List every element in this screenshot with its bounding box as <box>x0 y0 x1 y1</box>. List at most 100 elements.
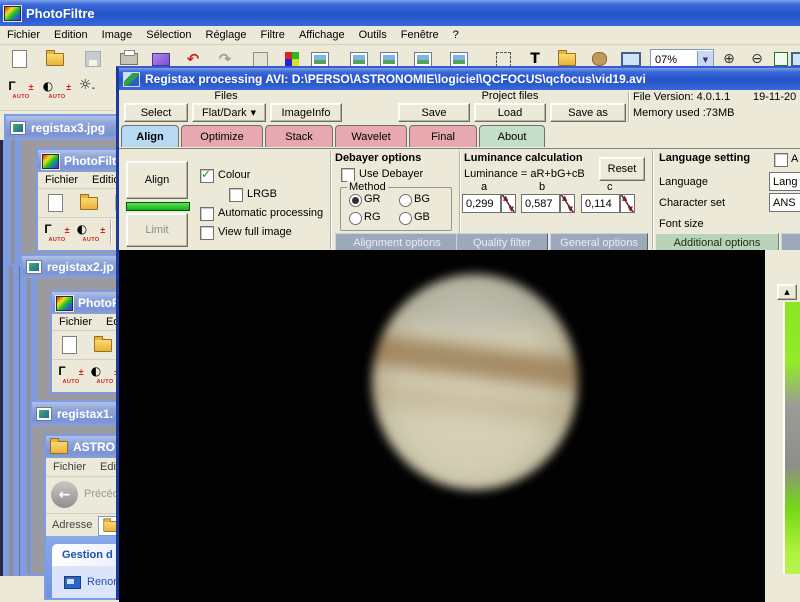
registax3-title: registax3.jpg <box>31 121 105 135</box>
use-debayer-label[interactable]: Use Debayer <box>359 168 423 180</box>
save-button[interactable]: Save <box>398 103 470 122</box>
file-date-text: 19-11-20 <box>753 91 796 103</box>
scroll-up-button[interactable]: ▲ <box>777 284 797 300</box>
file-version-text: File Version: 4.0.1.1 <box>633 91 730 103</box>
language-auto-label[interactable]: A <box>791 153 798 165</box>
image-display-area[interactable] <box>119 250 765 602</box>
back-button[interactable]: ← <box>51 481 78 508</box>
align-panel: Align Limit ✓ Colour LRGB Automatic proc… <box>119 149 800 251</box>
menu-fichier[interactable]: Fichier <box>46 459 93 475</box>
radio-gr-label[interactable]: GR <box>364 193 381 205</box>
coef-b-spinner[interactable]: ▲ ▼ <box>560 194 575 213</box>
menu-selection[interactable]: Sélection <box>139 27 198 43</box>
fontsize-label: Font size <box>659 218 704 230</box>
menu-fichier[interactable]: Fichier <box>0 27 47 43</box>
new-document-icon[interactable] <box>8 48 30 70</box>
spin-down-icon[interactable]: ▼ <box>628 205 633 213</box>
radio-rg[interactable] <box>349 212 362 225</box>
new-document-icon[interactable] <box>58 334 80 356</box>
registax-titlebar[interactable]: Registax processing AVI: D:\PERSO\ASTRON… <box>119 68 800 90</box>
menu-fenetre[interactable]: Fenêtre <box>394 27 446 43</box>
colour-label[interactable]: Colour <box>218 169 250 181</box>
spin-down-icon[interactable]: ▼ <box>509 205 514 213</box>
coef-c-label: c <box>607 181 613 193</box>
toolbar-separator <box>110 220 111 244</box>
lrgb-label[interactable]: LRGB <box>247 188 277 200</box>
menu-aide[interactable]: ? <box>446 27 466 43</box>
view-full-image-label[interactable]: View full image <box>218 226 292 238</box>
coef-a-spinner[interactable]: ▲ ▼ <box>501 194 516 213</box>
align-button[interactable]: Align <box>126 161 188 199</box>
spin-up-icon[interactable]: ▲ <box>503 194 508 202</box>
open-folder-icon[interactable] <box>44 48 66 70</box>
radio-gb[interactable] <box>399 212 412 225</box>
menu-outils[interactable]: Outils <box>352 27 394 43</box>
coef-c-spinner[interactable]: ▲ ▼ <box>620 194 635 213</box>
registax1-title: registax1. <box>57 407 113 421</box>
menu-image[interactable]: Image <box>95 27 140 43</box>
spin-up-icon[interactable]: ▲ <box>622 194 627 202</box>
brightness-minus-icon[interactable]: ☼- <box>76 74 98 96</box>
radio-bg[interactable] <box>399 194 412 207</box>
project-group-label: Project files <box>469 90 551 102</box>
radio-bg-label[interactable]: BG <box>414 193 430 205</box>
rename-icon <box>64 576 81 589</box>
menu-fichier[interactable]: Fichier <box>52 314 99 330</box>
radio-gb-label[interactable]: GB <box>414 211 430 223</box>
language-auto-checkbox[interactable] <box>774 153 788 167</box>
radio-rg-label[interactable]: RG <box>364 211 381 223</box>
radio-gr[interactable] <box>349 194 362 207</box>
check-icon: ✓ <box>201 167 211 181</box>
spin-down-icon[interactable]: ▼ <box>568 205 573 213</box>
menu-fichier[interactable]: Fichier <box>38 172 85 188</box>
charset-dropdown[interactable]: ANS <box>769 193 800 212</box>
menu-affichage[interactable]: Affichage <box>292 27 352 43</box>
coef-b-field[interactable]: 0,587 <box>521 194 560 213</box>
gamma-auto-icon[interactable]: Γ± AUTO <box>42 220 72 248</box>
colour-checkbox[interactable]: ✓ <box>200 169 214 183</box>
tab-wavelet[interactable]: Wavelet <box>335 125 407 147</box>
luminance-header: Luminance calculation <box>464 152 583 164</box>
select-button[interactable]: Select <box>124 103 188 122</box>
coef-c-field[interactable]: 0,114 <box>581 194 620 213</box>
tab-about[interactable]: About <box>479 125 545 147</box>
use-debayer-checkbox[interactable] <box>341 168 355 182</box>
automatic-processing-label[interactable]: Automatic processing <box>218 207 323 219</box>
files-group-label: Files <box>189 90 263 102</box>
limit-button[interactable]: Limit <box>126 213 188 247</box>
photofiltre-titlebar[interactable]: PhotoFiltre <box>0 0 800 26</box>
open-folder-icon[interactable] <box>92 334 114 356</box>
gamma-auto-icon[interactable]: Γ± AUTO <box>56 362 86 390</box>
debayer-header: Debayer options <box>335 152 421 164</box>
photofiltre-app-icon <box>42 154 59 169</box>
tab-stack[interactable]: Stack <box>265 125 333 147</box>
menu-edition[interactable]: Edition <box>47 27 95 43</box>
tab-optimize[interactable]: Optimize <box>181 125 263 147</box>
flatdark-button[interactable]: Flat/Dark ▼ <box>192 103 266 122</box>
toolbar-separator <box>628 92 629 122</box>
lrgb-checkbox[interactable] <box>229 188 243 202</box>
view-full-image-checkbox[interactable] <box>200 226 214 240</box>
load-button[interactable]: Load <box>474 103 546 122</box>
contrast-auto-icon[interactable]: ◐± AUTO <box>42 76 72 106</box>
coef-a-field[interactable]: 0,299 <box>462 194 501 213</box>
tab-final[interactable]: Final <box>409 125 477 147</box>
spin-up-icon[interactable]: ▲ <box>562 194 567 202</box>
saveas-button[interactable]: Save as <box>550 103 626 122</box>
new-document-icon[interactable] <box>44 192 66 214</box>
automatic-processing-checkbox[interactable] <box>200 207 214 221</box>
menu-filtre[interactable]: Filtre <box>253 27 291 43</box>
tab-align[interactable]: Align <box>121 125 179 147</box>
charset-label: Character set <box>659 197 725 209</box>
save-icon[interactable] <box>82 48 104 70</box>
reset-button[interactable]: Reset <box>599 157 645 181</box>
language-dropdown[interactable]: Lang <box>769 172 800 191</box>
open-folder-icon[interactable] <box>78 192 100 214</box>
menu-reglage[interactable]: Réglage <box>199 27 254 43</box>
gamma-auto-icon[interactable]: Γ± AUTO <box>6 76 36 106</box>
imageinfo-button[interactable]: ImageInfo <box>270 103 342 122</box>
photofiltre-title: PhotoFiltre <box>26 6 95 21</box>
panel-separator <box>330 151 331 249</box>
contrast-auto-icon[interactable]: ◐± AUTO <box>76 220 106 248</box>
method-legend: Method <box>347 181 388 193</box>
